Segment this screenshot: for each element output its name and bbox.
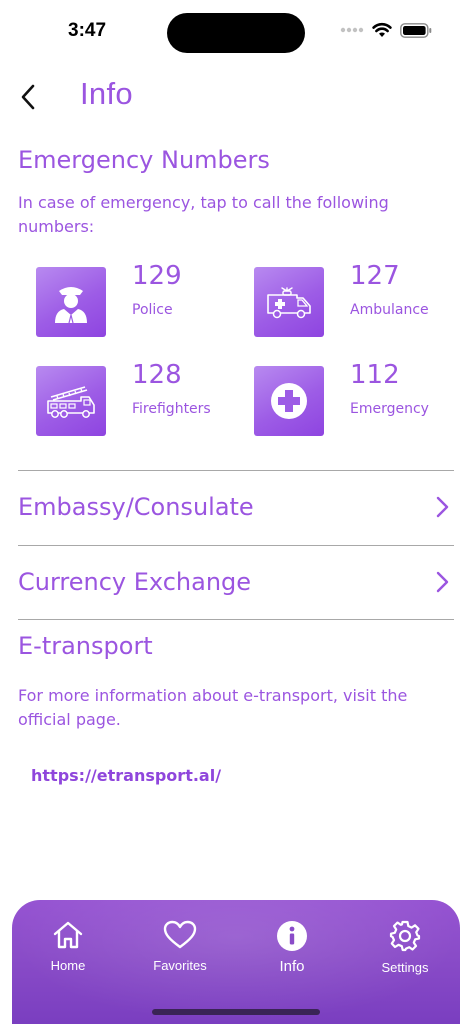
divider	[18, 470, 454, 471]
tab-label: Info	[279, 958, 305, 975]
chevron-right-icon	[436, 496, 449, 518]
status-time: 3:47	[68, 20, 107, 41]
embassy-consulate-label: Embassy/Consulate	[18, 493, 254, 521]
tab-info[interactable]: Info	[247, 920, 337, 980]
tab-favorites[interactable]: Favorites	[135, 920, 225, 980]
embassy-consulate-row[interactable]: Embassy/Consulate	[18, 472, 454, 542]
police-officer-icon	[55, 287, 87, 323]
info-icon	[277, 921, 307, 951]
chevron-right-icon	[436, 571, 449, 593]
wifi-icon	[372, 22, 392, 37]
emergency-tile	[254, 366, 324, 436]
medical-cross-icon	[271, 383, 307, 419]
home-icon	[53, 921, 83, 949]
status-icons	[340, 22, 432, 38]
chevron-left-icon	[21, 84, 35, 110]
emergency-card-ambulance[interactable]: 127 Ambulance	[254, 261, 454, 339]
emergency-card-police[interactable]: 129 Police	[36, 261, 236, 339]
emergency-card-firefighters[interactable]: 128 Firefighters	[36, 360, 236, 438]
tab-bar: Home Favorites Info Settings	[12, 900, 460, 1024]
etransport-description: For more information about e-transport, …	[18, 686, 408, 729]
tab-label: Settings	[381, 960, 429, 975]
firefighters-tile	[36, 366, 106, 436]
tab-label: Favorites	[153, 958, 207, 973]
status-bar: 3:47	[0, 0, 472, 64]
emergency-label: Ambulance	[350, 302, 429, 318]
police-tile	[36, 267, 106, 337]
emergency-number: 128	[132, 360, 182, 390]
etransport-link[interactable]: https://etransport.al/	[31, 766, 221, 785]
emergency-label: Police	[132, 302, 173, 318]
emergency-card-general[interactable]: 112 Emergency	[254, 360, 454, 438]
ambulance-icon	[267, 287, 311, 319]
divider	[18, 619, 454, 620]
tab-settings[interactable]: Settings	[360, 920, 450, 980]
cellular-signal-icon	[340, 27, 364, 33]
gear-icon	[389, 920, 421, 952]
home-indicator	[152, 1009, 320, 1015]
tab-home[interactable]: Home	[23, 920, 113, 980]
emergency-number: 127	[350, 261, 400, 291]
divider	[18, 545, 454, 546]
dynamic-island	[167, 13, 305, 53]
heart-icon	[163, 920, 197, 949]
tab-label: Home	[50, 958, 86, 973]
page-title: Info	[80, 76, 133, 111]
etransport-title: E-transport	[18, 632, 153, 660]
emergency-label: Emergency	[350, 401, 429, 417]
emergency-section-title: Emergency Numbers	[18, 146, 270, 174]
ambulance-tile	[254, 267, 324, 337]
emergency-label: Firefighters	[132, 401, 211, 417]
emergency-number: 129	[132, 261, 182, 291]
back-button[interactable]	[20, 82, 46, 112]
currency-exchange-row[interactable]: Currency Exchange	[18, 547, 454, 617]
fire-truck-icon	[47, 386, 95, 418]
currency-exchange-label: Currency Exchange	[18, 568, 252, 596]
emergency-description: In case of emergency, tap to call the fo…	[18, 193, 389, 236]
battery-icon	[400, 22, 432, 38]
emergency-number: 112	[350, 360, 400, 390]
